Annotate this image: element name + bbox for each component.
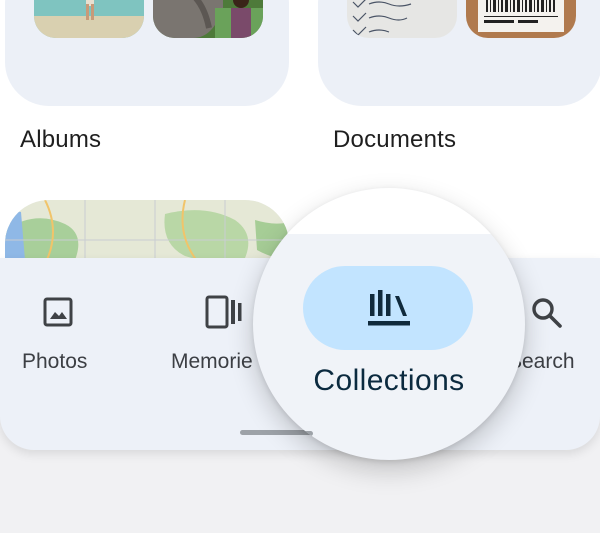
memories-icon <box>204 294 244 335</box>
documents-label[interactable]: Documents <box>333 126 456 154</box>
album-thumbnail-elephant[interactable] <box>153 0 263 38</box>
albums-card[interactable] <box>5 0 289 106</box>
nav-item-photos[interactable]: Photos <box>0 258 118 408</box>
documents-card[interactable] <box>318 0 600 106</box>
magnified-gesture-bar <box>253 431 313 436</box>
nav-label-collections: Collections <box>313 364 465 397</box>
nav-label-photos: Photos <box>22 350 88 373</box>
magnifier-page-background <box>253 188 525 234</box>
album-thumbnail-beach[interactable] <box>34 0 144 38</box>
document-thumbnail-notes[interactable] <box>347 0 457 38</box>
photo-icon <box>42 296 74 333</box>
collections-icon <box>365 286 415 335</box>
nav-label-memories: Memorie <box>171 350 253 373</box>
albums-label[interactable]: Albums <box>20 126 101 154</box>
document-thumbnail-barcode[interactable] <box>466 0 576 38</box>
search-icon <box>530 296 564 335</box>
magnifier-lens: Collections <box>253 188 525 460</box>
